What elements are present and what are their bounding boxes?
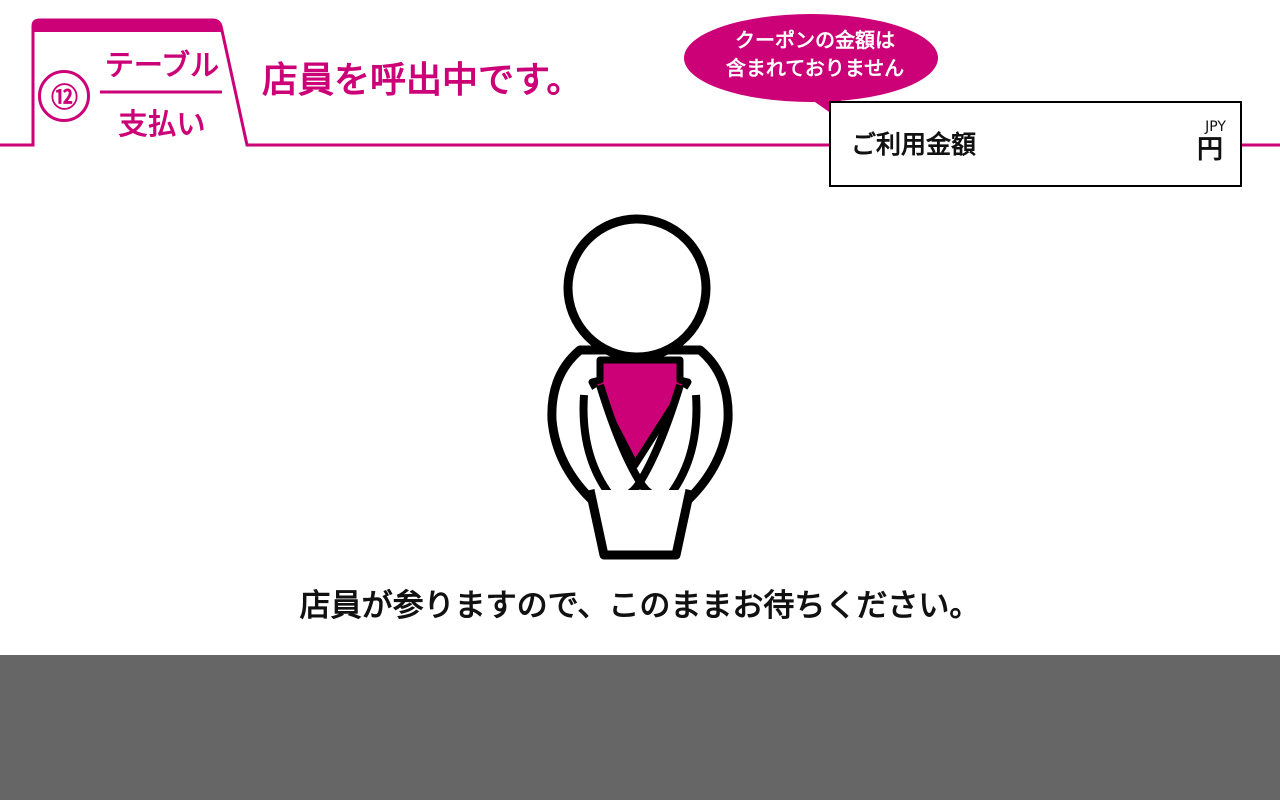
wait-message: 店員が参りますので、このままお待ちください。 <box>299 588 981 624</box>
usage-amount-box: ご利用金額 JPY 円 <box>829 101 1242 187</box>
usage-amount-label: ご利用金額 <box>851 130 977 159</box>
bowing-staff-icon <box>547 214 733 560</box>
coupon-notice-text: クーポンの金額は 含まれておりません <box>690 26 940 82</box>
page-title: 店員を呼出中です。 <box>262 60 583 101</box>
step-number-badge: ⑫ <box>38 70 90 122</box>
coupon-notice-line1: クーポンの金額は <box>735 28 895 52</box>
step-title: テーブル <box>104 48 220 82</box>
coupon-notice-line2: 含まれておりません <box>725 56 905 80</box>
step-subtitle: 支払い <box>118 107 206 141</box>
currency-code: JPY <box>1205 119 1226 135</box>
currency-symbol: 円 <box>1196 135 1223 165</box>
footer-bar <box>0 655 1280 800</box>
staff-call-screen: ⑫ テーブル 支払い 店員を呼出中です。 クーポンの金額は 含まれておりません … <box>0 0 1280 800</box>
